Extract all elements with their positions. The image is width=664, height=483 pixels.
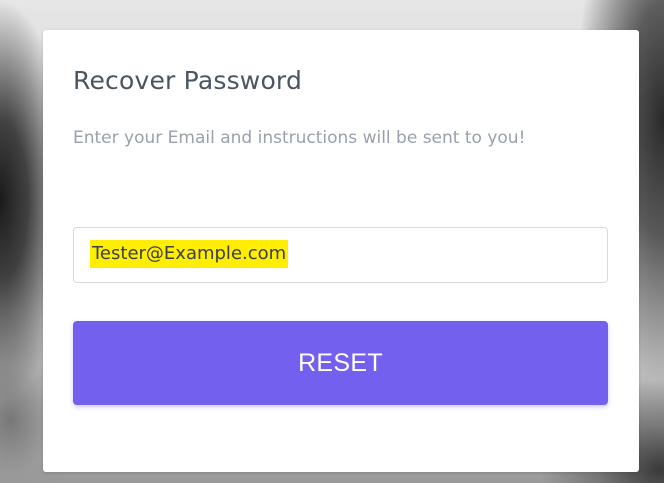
reset-button[interactable]: RESET (73, 321, 608, 405)
email-value: Tester@Example.com (90, 240, 289, 268)
page-title: Recover Password (73, 66, 303, 95)
email-field[interactable]: Tester@Example.com (73, 227, 608, 283)
instructions-text: Enter your Email and instructions will b… (73, 128, 526, 148)
recover-password-card: Recover Password Enter your Email and in… (43, 30, 639, 472)
